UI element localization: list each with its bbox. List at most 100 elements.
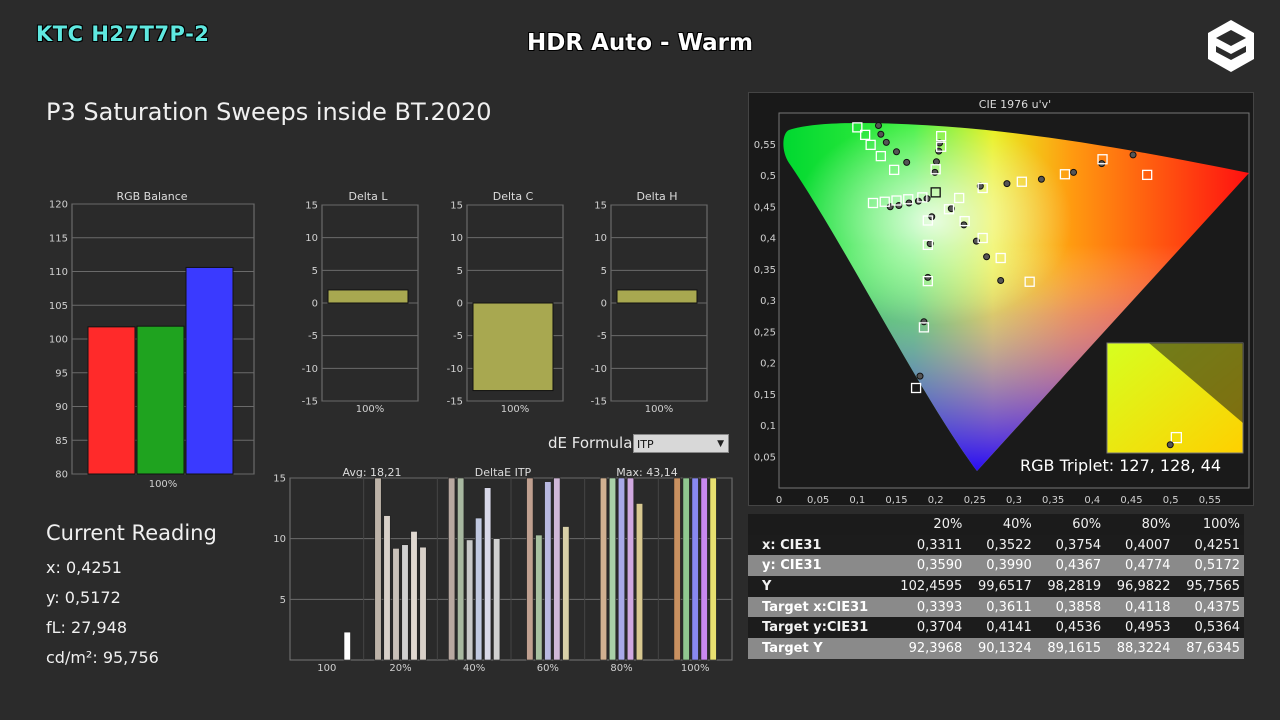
table-header-cell: 40% xyxy=(966,514,1036,535)
y-tick-label: 5 xyxy=(457,266,463,277)
table-cell: 0,3990 xyxy=(966,555,1036,577)
chevron-down-icon: ▼ xyxy=(717,439,724,449)
y-tick-label: 0,4 xyxy=(760,234,776,245)
table-cell: 92,3968 xyxy=(887,638,967,659)
measured-point xyxy=(916,372,924,380)
x-tick-label: 0,1 xyxy=(849,495,865,505)
table-cell: 102,4595 xyxy=(887,576,967,597)
inset-measured-point xyxy=(1166,441,1174,449)
delta-bar xyxy=(472,302,554,392)
table-row: x: CIE31 0,3311 0,3522 0,3754 0,4007 0,4… xyxy=(748,534,1244,556)
y-tick-label: 0,25 xyxy=(754,327,776,338)
delta-h-title: Delta H xyxy=(636,190,677,203)
cie-diagram-panel: CIE 1976 u'v' 0 0,05 0,1 0,15 0,2 0,25 0,3 0,35… xyxy=(748,92,1254,506)
table-row: Y 102,4595 99,6517 98,2819 96,9822 95,75… xyxy=(748,576,1244,597)
y-tick-label: 115 xyxy=(49,233,68,244)
table-cell: 98,2819 xyxy=(1035,576,1106,597)
y-tick-label: 10 xyxy=(273,534,286,545)
table-cell: 0,4118 xyxy=(1105,596,1175,618)
table-header-cell: 20% xyxy=(887,514,967,535)
table-cell: 0,4953 xyxy=(1105,617,1175,639)
deltae-bar xyxy=(484,487,492,661)
reading-x: x: 0,4251 xyxy=(46,558,122,577)
rgb-balance-chart: RGB Balance 80 85 90 95 100 105 110 115 120 100% xyxy=(49,190,255,490)
x-category-label: 20% xyxy=(389,663,411,674)
x-tick-label: 0,25 xyxy=(964,495,986,505)
deltae-bar xyxy=(419,546,427,661)
delta-l-chart: Delta L -15 -10 -5 0 5 10 15 100% xyxy=(302,190,419,415)
x-category-label: 60% xyxy=(537,663,559,674)
y-tick-label: 0,35 xyxy=(754,265,776,276)
table-cell: 0,4251 xyxy=(1174,534,1244,556)
table-cell: 0,4007 xyxy=(1105,534,1175,556)
y-tick-label: 80 xyxy=(55,470,68,481)
measured-point xyxy=(983,253,991,261)
rgb-balance-category-label: 100% xyxy=(149,479,178,490)
y-tick-label: 0 xyxy=(457,299,463,310)
delta-c-title: Delta C xyxy=(493,190,534,203)
deltae-bar xyxy=(608,477,617,661)
x-tick-label: 0,05 xyxy=(807,495,829,505)
y-tick-label: 0,15 xyxy=(754,390,776,401)
y-tick-label: -10 xyxy=(591,364,607,375)
measured-point xyxy=(905,199,913,207)
table-cell: 95,7565 xyxy=(1174,576,1244,597)
y-tick-label: 15 xyxy=(305,201,318,212)
x-tick-label: 0,3 xyxy=(1006,495,1022,505)
table-cell: 0,3393 xyxy=(887,596,967,618)
table-cell: 0,3611 xyxy=(966,596,1036,618)
deltae-bar xyxy=(343,631,351,661)
current-reading-panel: Current Reading x: 0,4251 y: 0,5172 fL: … xyxy=(46,521,217,673)
table-cell: 96,9822 xyxy=(1105,576,1175,597)
deltae-bar xyxy=(691,477,699,661)
deltae-bar xyxy=(626,477,635,661)
y-tick-label: 5 xyxy=(312,266,318,277)
rgb-triplet-readout: RGB Triplet: 127, 128, 44 xyxy=(1020,456,1221,475)
table-cell: 88,3224 xyxy=(1105,638,1175,659)
row-label: Target x:CIE31 xyxy=(748,596,888,618)
de-formula-select[interactable]: ITP ▼ xyxy=(633,434,729,453)
measured-point xyxy=(920,318,928,326)
delta-bar xyxy=(616,289,698,304)
deltae-bar xyxy=(700,477,708,661)
y-tick-label: 10 xyxy=(450,233,463,244)
y-tick-label: -15 xyxy=(591,397,607,408)
measured-point xyxy=(1037,175,1045,183)
rgb-balance-bar xyxy=(87,326,136,475)
deltae-max-label: Max: 43,14 xyxy=(616,466,677,479)
table-cell: 0,4536 xyxy=(1035,617,1106,639)
y-tick-label: -5 xyxy=(308,331,318,342)
deltae-bar xyxy=(673,477,681,661)
measured-point xyxy=(1129,151,1137,159)
measured-point xyxy=(932,158,940,166)
measured-point xyxy=(924,273,932,281)
reading-cdm2: cd/m²: 95,756 xyxy=(46,648,159,667)
cie-inset xyxy=(1106,342,1244,454)
row-label: Target y:CIE31 xyxy=(748,617,888,639)
measured-point xyxy=(882,138,890,146)
deltae-bar xyxy=(392,548,400,661)
cie-1976-chart: CIE 1976 u'v' 0 0,05 0,1 0,15 0,2 0,25 0,3 0,35… xyxy=(754,98,1250,506)
measured-point xyxy=(1070,168,1078,176)
de-formula-value: ITP xyxy=(637,438,654,451)
table-cell: 87,6345 xyxy=(1174,638,1244,659)
table-cell: 0,5172 xyxy=(1174,555,1244,577)
measured-point xyxy=(877,130,885,138)
table-cell: 99,6517 xyxy=(966,576,1036,597)
measured-point xyxy=(960,221,968,229)
rgb-balance-bar xyxy=(136,325,185,475)
y-tick-label: -10 xyxy=(302,364,318,375)
table-cell: 90,1324 xyxy=(966,638,1036,659)
y-tick-label: 90 xyxy=(55,402,68,413)
deltae-bar xyxy=(374,477,382,661)
x-category-label: 100% xyxy=(681,663,710,674)
y-tick-label: 0,55 xyxy=(754,140,776,151)
delta-h-category-label: 100% xyxy=(645,404,674,415)
y-tick-label: 0,2 xyxy=(760,359,776,370)
deltae-bar xyxy=(535,534,543,661)
row-label: y: CIE31 xyxy=(748,555,888,577)
rgb-balance-bar xyxy=(185,266,234,475)
y-tick-label: 0 xyxy=(312,299,318,310)
y-tick-label: 15 xyxy=(273,474,286,485)
x-tick-label: 0,5 xyxy=(1163,495,1179,505)
